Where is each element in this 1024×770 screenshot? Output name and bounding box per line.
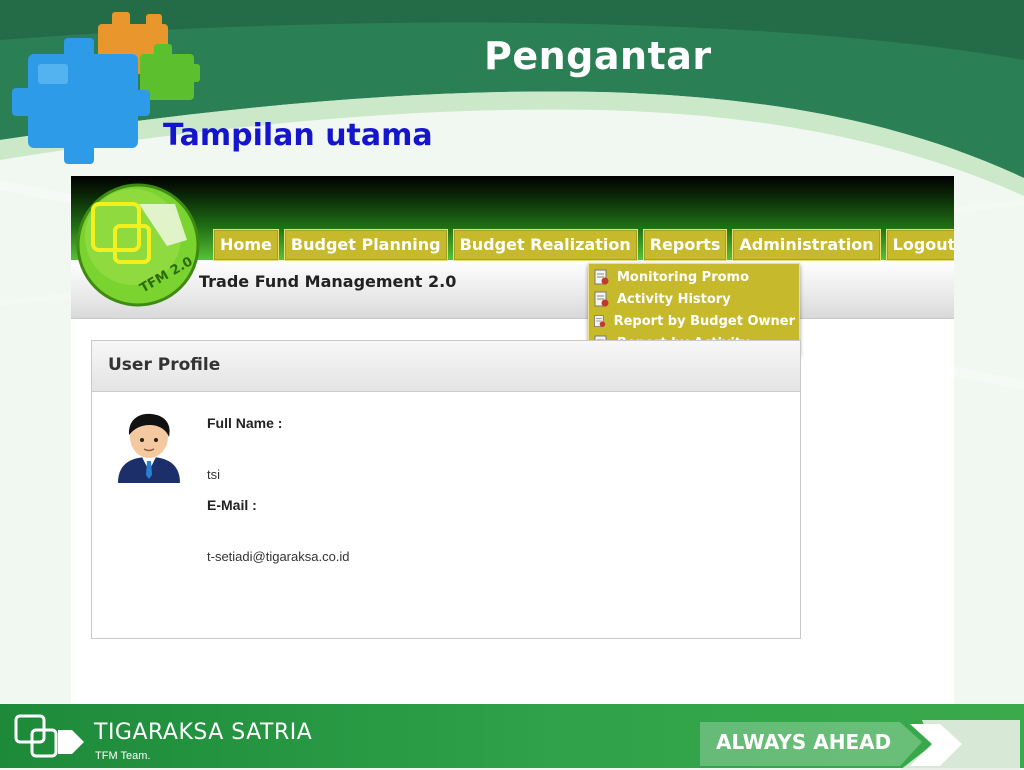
nav-administration[interactable]: Administration xyxy=(732,229,881,261)
menu-item-monitoring-promo[interactable]: Monitoring Promo xyxy=(593,266,795,288)
nav-logout[interactable]: Logout xyxy=(885,229,954,261)
user-profile-title: User Profile xyxy=(108,355,221,375)
menu-item-label: Report by Budget Owner xyxy=(613,313,795,329)
app-screenshot: TFM 2.0 Trade Fund Management 2.0 Home B… xyxy=(71,176,954,704)
company-name: TIGARAKSA SATRIA xyxy=(94,720,313,745)
slide-title: Pengantar xyxy=(484,34,712,78)
slogan-text: ALWAYS AHEAD xyxy=(716,730,892,754)
menu-item-report-by-budget-owner[interactable]: Report by Budget Owner xyxy=(593,310,795,332)
user-profile-header: User Profile xyxy=(92,341,800,392)
menu-item-activity-history[interactable]: Activity History xyxy=(593,288,795,310)
nav-budget-realization[interactable]: Budget Realization xyxy=(452,229,638,261)
slide-footer: TIGARAKSA SATRIA TFM Team. ALWAYS AHEAD xyxy=(0,704,1024,770)
app-title: Trade Fund Management 2.0 xyxy=(199,272,457,291)
nav-budget-planning[interactable]: Budget Planning xyxy=(283,229,448,261)
team-name: TFM Team. xyxy=(95,750,151,762)
user-profile-panel: User Profile Full Name : tsi E-Mail : t-… xyxy=(91,340,801,639)
user-avatar-icon xyxy=(118,413,180,483)
full-name-label: Full Name : xyxy=(207,415,283,431)
tigaraksa-logo-icon xyxy=(14,714,84,758)
slide-subtitle: Tampilan utama xyxy=(163,118,433,153)
main-navbar: Home Budget Planning Budget Realization … xyxy=(213,229,954,261)
nav-home[interactable]: Home xyxy=(213,229,279,261)
full-name-value: tsi xyxy=(207,467,220,482)
menu-item-label: Monitoring Promo xyxy=(617,269,750,285)
report-document-icon xyxy=(594,291,609,307)
menu-item-label: Activity History xyxy=(617,291,731,307)
tfm-logo-icon: TFM 2.0 xyxy=(76,183,200,307)
email-label: E-Mail : xyxy=(207,497,257,513)
report-document-icon xyxy=(594,269,609,285)
email-value: t-setiadi@tigaraksa.co.id xyxy=(207,549,350,564)
nav-reports[interactable]: Reports xyxy=(642,229,728,261)
report-document-icon xyxy=(594,315,606,327)
